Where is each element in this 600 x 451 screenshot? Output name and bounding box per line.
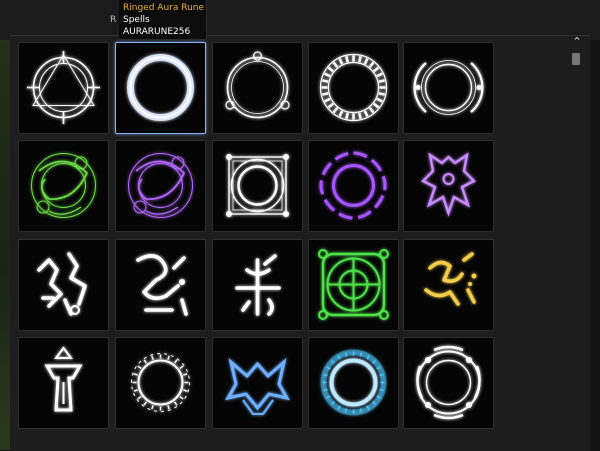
rune-browser-panel [10,35,590,451]
scroll-thumb[interactable] [572,53,580,65]
rune-tile[interactable] [212,140,303,232]
rune-tile[interactable] [403,239,494,331]
rune-tile[interactable] [212,337,303,429]
rune-tile[interactable] [18,337,109,429]
scroll-up-button[interactable]: ⌃ [570,35,584,49]
rune-tile[interactable] [115,337,206,429]
rune-tile[interactable] [403,42,494,134]
rune-tile[interactable] [115,42,206,134]
rune-tile[interactable] [308,140,399,232]
rune-tile[interactable] [212,239,303,331]
rune-tile[interactable] [308,337,399,429]
tooltip-code: AURARUNE256 [123,26,206,38]
window-edge [0,0,10,450]
rune-tile[interactable] [212,42,303,134]
rune-tile[interactable] [18,239,109,331]
title-bar [0,0,600,40]
rune-tile[interactable] [115,140,206,232]
rune-tile[interactable] [115,239,206,331]
tooltip-category: Spells [123,14,206,26]
partially-hidden-label: R [110,15,116,25]
rune-tile[interactable] [403,140,494,232]
rune-tile[interactable] [403,337,494,429]
item-tooltip: Ringed Aura Rune Spells AURARUNE256 [119,0,207,40]
rune-tile[interactable] [18,42,109,134]
vertical-scrollbar[interactable]: ⌃ [570,35,584,450]
tooltip-title: Ringed Aura Rune [123,2,206,14]
rune-tile[interactable] [18,140,109,232]
rune-tile[interactable] [308,239,399,331]
rune-tile[interactable] [308,42,399,134]
